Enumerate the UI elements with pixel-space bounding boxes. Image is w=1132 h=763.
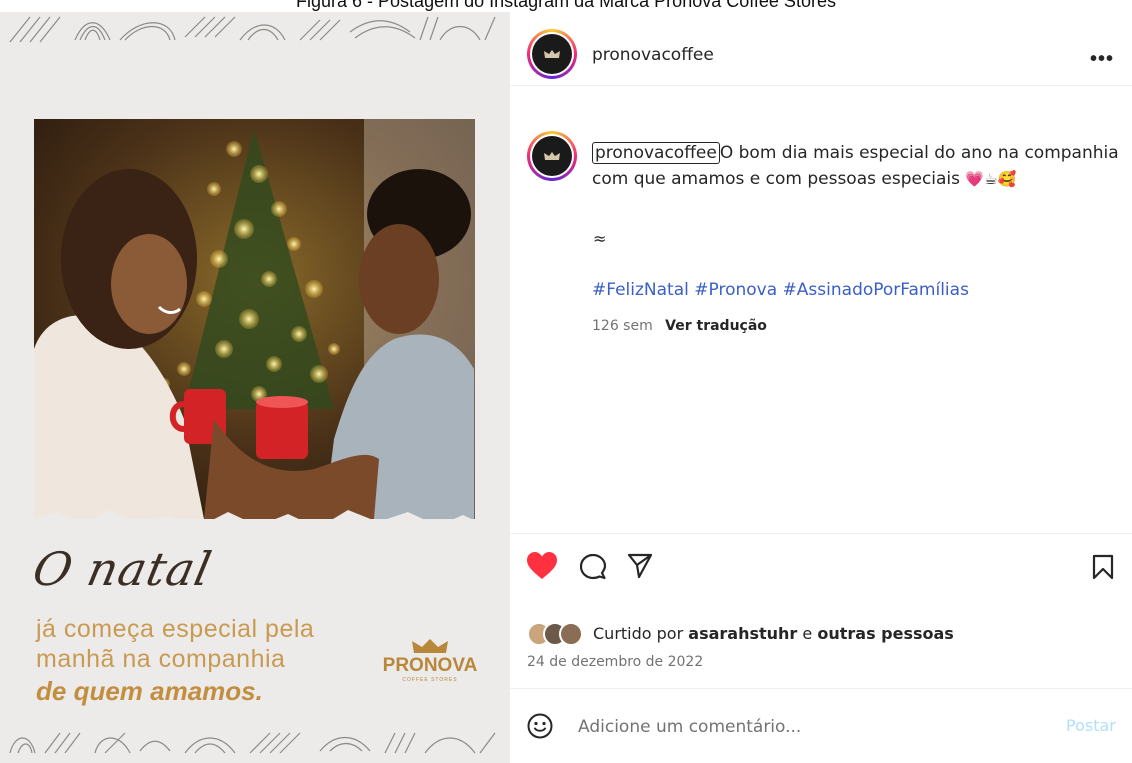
tagline-line-2: manhã na companhia [36,645,286,673]
likes-connector: e [802,624,813,643]
decorative-pattern-bottom [9,732,496,754]
crown-logo-icon [544,152,560,160]
divider [510,688,1132,689]
hashtags: #FelizNatal #Pronova #AssinadoPorFamília… [592,280,969,300]
crown-icon [412,639,448,653]
caption-approx-symbol: ≈ [593,229,607,248]
header-username[interactable]: pronovacoffee [592,45,714,65]
share-icon[interactable] [627,553,653,579]
heart-icon[interactable] [527,552,557,580]
post-comment-button[interactable]: Postar [1066,716,1116,735]
couple-photo-illustration [34,119,475,519]
caption-avatar[interactable] [527,131,577,181]
profile-avatar[interactable] [527,29,577,79]
pronova-logo: PRONOVA COFFEE STORES [382,637,478,707]
bookmark-icon[interactable] [1092,554,1114,580]
post-header: pronovacoffee ••• [510,12,1132,86]
action-bar [510,552,1132,592]
divider [510,533,1132,534]
brand-sub: COFFEE STORES [402,677,458,683]
comment-bar: Postar [510,702,1132,752]
more-options-icon[interactable]: ••• [1090,48,1114,71]
comment-icon[interactable] [580,554,606,580]
tagline-line-1: já começa especial pela [36,615,315,643]
hashtag-assinadoporfamilias[interactable]: #AssinadoPorFamílias [783,280,969,300]
caption-username[interactable]: pronovacoffee [592,142,720,164]
post-image[interactable]: O natal já começa especial pela manhã na… [0,12,510,763]
hashtag-pronova[interactable]: #Pronova [694,280,777,300]
post-age: 126 sem [592,318,653,334]
post-date: 24 de dezembro de 2022 [527,654,704,670]
emoji-icon[interactable] [527,713,553,739]
likes-text: Curtido por asarahstuhr e outras pessoas [593,624,954,643]
caption-meta: 126 sem Ver tradução [592,318,767,334]
caption-emojis: 💗☕🥰 [965,170,1017,188]
liker-avatar [559,622,583,646]
likes-others-link[interactable]: outras pessoas [817,624,953,643]
script-title: O natal [28,542,217,596]
hashtag-feliznatal[interactable]: #FelizNatal [592,280,689,300]
crown-logo-icon [544,50,560,58]
post-details-panel: pronovacoffee ••• pronovacoffee O bom dia… [510,12,1132,763]
couple-photo [34,119,475,519]
decorative-pattern-top [9,16,496,43]
brand-name: PRONOVA [382,655,478,676]
see-translation-link[interactable]: Ver tradução [665,318,767,334]
liker-username[interactable]: asarahstuhr [688,624,797,643]
comment-input[interactable] [578,712,1038,742]
post-caption: pronovacoffee O bom dia mais especial do … [592,140,1122,192]
likes-prefix: Curtido por [593,624,684,643]
liker-avatars[interactable] [527,622,587,646]
